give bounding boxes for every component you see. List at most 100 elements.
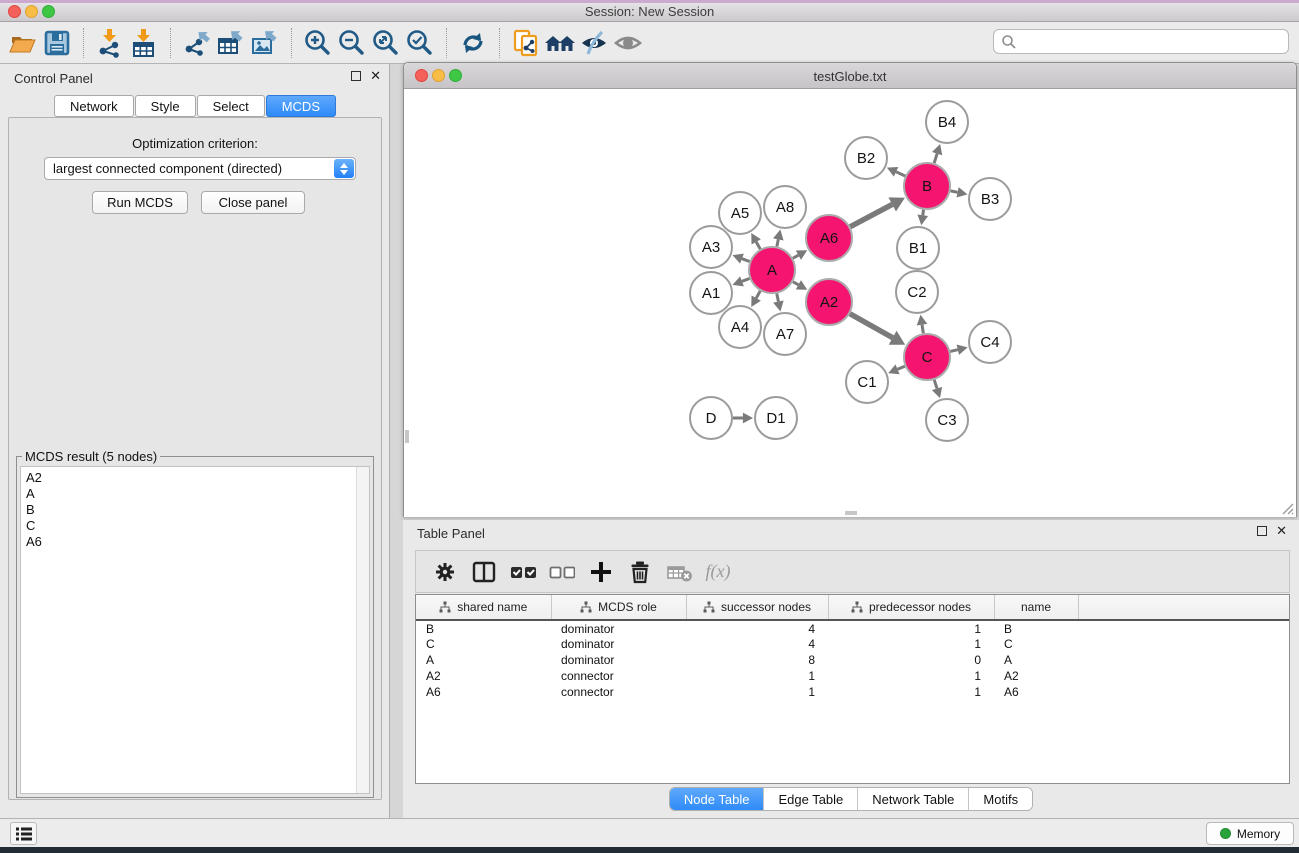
save-session-icon[interactable] <box>40 26 74 60</box>
tab-network-table[interactable]: Network Table <box>857 788 968 810</box>
column-header-name[interactable]: name <box>994 595 1078 620</box>
import-network-icon[interactable] <box>93 26 127 60</box>
node-table[interactable]: shared nameMCDS rolesuccessor nodesprede… <box>415 594 1290 784</box>
task-history-button[interactable] <box>10 822 37 845</box>
zoom-fit-icon[interactable] <box>369 26 403 60</box>
close-panel-icon[interactable]: ✕ <box>1276 526 1287 536</box>
show-panels-eye-icon[interactable] <box>611 26 645 60</box>
table-cell[interactable]: 1 <box>828 668 994 684</box>
table-cell[interactable]: 1 <box>686 668 828 684</box>
result-item[interactable]: A2 <box>26 470 369 486</box>
import-table-icon[interactable] <box>127 26 161 60</box>
table-cell[interactable]: 4 <box>686 636 828 652</box>
table-cell[interactable]: connector <box>551 684 686 700</box>
resize-grip-icon[interactable] <box>1280 501 1294 515</box>
graph-edge-C-C1[interactable] <box>898 366 905 369</box>
network-canvas[interactable]: B4B2BB3A8A5A6A3B1AC2A1A2A4A7C4CC1C3DD1 <box>404 89 1296 517</box>
zoom-out-icon[interactable] <box>335 26 369 60</box>
delete-column-trash-icon[interactable] <box>627 559 653 585</box>
graph-edge-A-A4[interactable] <box>756 291 760 298</box>
close-panel-icon[interactable]: ✕ <box>370 71 381 81</box>
result-item[interactable]: C <box>26 518 369 534</box>
graph-edge-A-A2[interactable] <box>793 282 798 285</box>
function-builder-icon[interactable]: f(x) <box>705 559 731 585</box>
graph-edge-A-A3[interactable] <box>742 259 750 262</box>
add-column-icon[interactable] <box>588 559 614 585</box>
graph-edge-A-A6[interactable] <box>793 255 798 258</box>
table-cell[interactable]: C <box>994 636 1078 652</box>
memory-button[interactable]: Memory <box>1206 822 1294 845</box>
tab-mcds[interactable]: MCDS <box>266 95 336 117</box>
network-horizontal-scroll-thumb[interactable] <box>845 511 857 515</box>
table-settings-gear-icon[interactable] <box>432 559 458 585</box>
tab-select[interactable]: Select <box>197 95 265 117</box>
table-cell[interactable]: 1 <box>828 620 994 636</box>
close-panel-button[interactable]: Close panel <box>201 191 305 214</box>
export-image-icon[interactable] <box>248 26 282 60</box>
table-cell[interactable]: dominator <box>551 652 686 668</box>
clone-network-icon[interactable] <box>509 26 543 60</box>
result-list-scrollbar[interactable] <box>356 467 369 793</box>
home-view-icon[interactable] <box>543 26 577 60</box>
tab-motifs[interactable]: Motifs <box>968 788 1032 810</box>
table-cell[interactable]: A6 <box>416 684 551 700</box>
export-network-icon[interactable] <box>180 26 214 60</box>
table-row[interactable]: A6connector11A6 <box>416 684 1289 700</box>
deselect-all-checks-icon[interactable] <box>549 559 575 585</box>
result-item[interactable]: B <box>26 502 369 518</box>
graph-edge-C-C3[interactable] <box>934 380 937 389</box>
search-field[interactable] <box>993 29 1289 54</box>
table-cell[interactable]: connector <box>551 668 686 684</box>
table-cell[interactable]: 1 <box>828 636 994 652</box>
graph-edge-A-A8[interactable] <box>777 239 778 246</box>
run-mcds-button[interactable]: Run MCDS <box>92 191 188 214</box>
float-panel-icon[interactable] <box>351 71 361 81</box>
table-cell[interactable]: 1 <box>828 684 994 700</box>
table-cell[interactable]: A <box>416 652 551 668</box>
column-header-successor-nodes[interactable]: successor nodes <box>686 595 828 620</box>
graph-edge-B-B4[interactable] <box>934 154 937 163</box>
column-header-MCDS-role[interactable]: MCDS role <box>551 595 686 620</box>
column-layout-icon[interactable] <box>471 559 497 585</box>
graph-edge-B-B3[interactable] <box>951 191 958 192</box>
hide-panels-eye-icon[interactable] <box>577 26 611 60</box>
table-cell[interactable]: dominator <box>551 636 686 652</box>
zoom-selected-icon[interactable] <box>403 26 437 60</box>
optimization-criterion-dropdown[interactable]: largest connected component (directed) <box>44 157 356 180</box>
table-cell[interactable]: A6 <box>994 684 1078 700</box>
graph-edge-A-A1[interactable] <box>742 278 750 281</box>
table-cell[interactable]: 0 <box>828 652 994 668</box>
table-cell[interactable]: A <box>994 652 1078 668</box>
graph-edge-A2-C[interactable] <box>850 314 893 338</box>
network-vertical-scroll-thumb[interactable] <box>405 430 409 443</box>
table-row[interactable]: A2connector11A2 <box>416 668 1289 684</box>
delete-table-icon[interactable] <box>666 559 692 585</box>
export-table-icon[interactable] <box>214 26 248 60</box>
table-cell[interactable]: 8 <box>686 652 828 668</box>
graph-edge-C-C2[interactable] <box>922 325 923 334</box>
result-item[interactable]: A6 <box>26 534 369 550</box>
mcds-result-list[interactable]: A2ABCA6 <box>20 466 370 794</box>
zoom-in-icon[interactable] <box>301 26 335 60</box>
graph-edge-A6-B[interactable] <box>850 204 892 226</box>
tab-edge-table[interactable]: Edge Table <box>763 788 857 810</box>
graph-edge-A-A7[interactable] <box>777 294 779 302</box>
table-row[interactable]: Adominator80A <box>416 652 1289 668</box>
tab-node-table[interactable]: Node Table <box>670 788 764 810</box>
table-cell[interactable]: A2 <box>994 668 1078 684</box>
search-input[interactable] <box>1022 35 1288 49</box>
float-panel-icon[interactable] <box>1257 526 1267 536</box>
table-cell[interactable]: C <box>416 636 551 652</box>
column-header-predecessor-nodes[interactable]: predecessor nodes <box>828 595 994 620</box>
table-row[interactable]: Bdominator41B <box>416 620 1289 636</box>
graph-edge-B-B1[interactable] <box>923 210 924 215</box>
column-header-shared-name[interactable]: shared name <box>416 595 551 620</box>
node-table-header-row[interactable]: shared nameMCDS rolesuccessor nodesprede… <box>416 595 1289 620</box>
graph-edge-C-C4[interactable] <box>950 350 957 352</box>
graph-edge-A-A5[interactable] <box>756 242 760 249</box>
select-all-checks-icon[interactable] <box>510 559 536 585</box>
network-window-titlebar[interactable]: testGlobe.txt <box>404 63 1296 89</box>
result-item[interactable]: A <box>26 486 369 502</box>
table-cell[interactable]: 1 <box>686 684 828 700</box>
tab-network[interactable]: Network <box>54 95 134 117</box>
